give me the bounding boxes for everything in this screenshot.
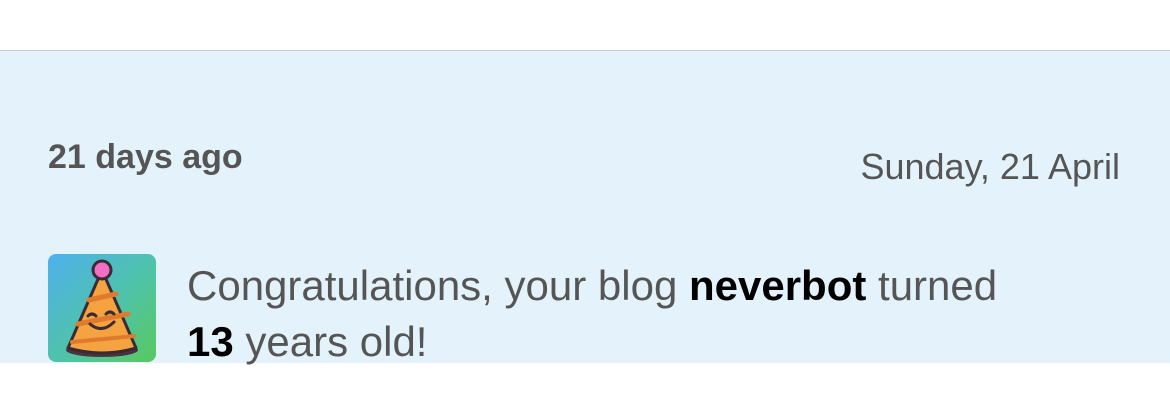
bottom-space — [0, 363, 1170, 412]
relative-timestamp: 21 days ago — [48, 138, 243, 176]
message-prefix: Congratulations, your blog — [187, 262, 689, 309]
birthday-notification[interactable]: 21 days ago Sunday, 21 April Congratulat… — [0, 51, 1170, 365]
notification-date: Sunday, 21 April — [860, 146, 1120, 187]
message-suffix: years old! — [233, 318, 428, 365]
notification-message: Congratulations, your blog neverbot turn… — [187, 258, 1147, 370]
years-count: 13 — [187, 318, 234, 365]
party-hat-icon — [48, 254, 156, 362]
blog-name: neverbot — [688, 262, 867, 309]
message-middle: turned — [866, 262, 998, 309]
top-space — [0, 0, 1170, 50]
